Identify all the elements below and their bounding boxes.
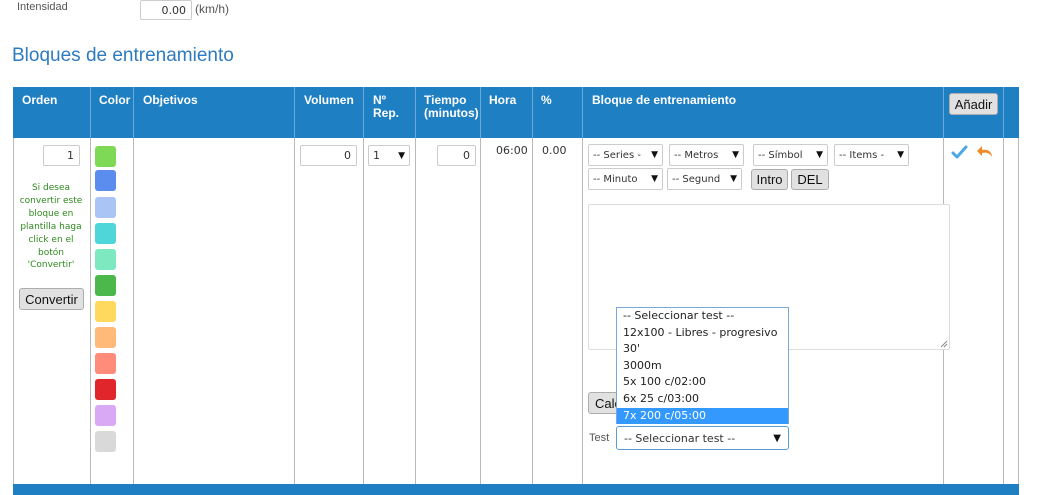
header-rep: Nº Rep. [373,94,399,120]
undo-icon[interactable] [976,145,995,159]
help-line: 'Convertir' [27,260,75,271]
del-button[interactable]: DEL [791,169,829,190]
header-tiempo: Tiempo (minutos) [424,94,479,120]
test-dropdown-list[interactable]: -- Seleccionar test -- 12x100 - Libres - … [616,307,789,425]
metros-select-value: -- Metros [674,149,719,161]
chevron-down-icon: ▼ [773,432,781,444]
add-button[interactable]: Añadir [949,93,998,115]
segundos-select-value: -- Segund [672,173,721,185]
series-select[interactable]: -- Series - ▼ [588,144,663,166]
test-select-value: -- Seleccionar test -- [624,431,736,445]
header-color: Color [99,93,131,107]
simbolo-select[interactable]: -- Símbol ▼ [753,144,828,166]
chevron-down-icon: ▼ [730,174,737,184]
intensity-value: 0.00 [161,3,187,17]
header-objetivos: Objetivos [143,93,198,107]
volumen-input[interactable]: 0 [300,145,357,166]
color-swatch[interactable] [95,146,116,167]
items-select[interactable]: -- Items - ▼ [834,144,909,166]
resize-handle-icon[interactable] [940,340,948,348]
test-dropdown-option[interactable]: 12x100 - Libres - progresivo [617,325,788,342]
color-swatch[interactable] [95,327,116,348]
header-tiempo-line2: (minutos) [424,106,479,120]
convert-help-text: Si desea convertir este bloque en planti… [17,182,85,272]
intro-button[interactable]: Intro [751,169,788,190]
convert-button[interactable]: Convertir [19,288,84,310]
percent-value: 0.00 [542,144,567,157]
test-dropdown-option[interactable]: 3000m [617,358,788,375]
header-rep-line2: Rep. [373,106,400,120]
help-line: bloque en [28,208,74,219]
rep-select[interactable]: 1 ▼ [368,145,410,166]
metros-select[interactable]: -- Metros ▼ [669,144,744,166]
series-select-value: -- Series - [593,149,641,161]
help-line: convertir este [19,195,83,206]
color-swatch[interactable] [95,197,116,218]
color-swatch[interactable] [95,249,116,270]
color-swatch[interactable] [95,379,116,400]
hora-value: 06:00 [496,144,528,157]
help-line: plantilla haga [20,221,82,232]
chevron-down-icon: ▼ [398,150,405,161]
header-hora: Hora [489,93,517,107]
color-swatch[interactable] [95,170,116,191]
color-swatch[interactable] [95,353,116,374]
minutos-select[interactable]: -- Minuto ▼ [588,168,663,190]
table-footer-bar [13,484,1019,495]
chevron-down-icon: ▼ [732,150,739,160]
test-dropdown-option[interactable]: -- Seleccionar test -- [617,308,788,325]
items-select-value: -- Items - [839,149,885,161]
tiempo-value: 0 [463,149,470,162]
test-dropdown-option[interactable]: 7x 200 c/05:00 [617,407,788,425]
color-swatch[interactable] [95,405,116,426]
test-select[interactable]: -- Seleccionar test -- ▼ [616,426,789,450]
orden-input[interactable]: 1 [43,145,80,166]
help-line: Si desea [31,183,71,193]
color-swatch[interactable] [95,223,116,244]
chevron-down-icon: ▼ [651,174,658,184]
color-swatch[interactable] [95,275,116,296]
simbolo-select-value: -- Símbol [758,149,803,161]
intensity-unit: (km/h) [195,2,229,16]
segundos-select[interactable]: -- Segund ▼ [667,168,742,190]
header-orden: Orden [22,93,58,107]
color-swatch[interactable] [95,431,116,452]
orden-value: 1 [67,149,74,162]
color-swatch[interactable] [95,301,116,322]
minutos-select-value: -- Minuto [593,173,638,185]
header-percent: % [541,93,552,107]
chevron-down-icon: ▼ [651,150,658,160]
test-dropdown-option[interactable]: 30' [617,341,788,358]
chevron-down-icon: ▼ [897,150,904,160]
test-dropdown-option[interactable]: 5x 100 c/02:00 [617,374,788,391]
test-dropdown-option[interactable]: 6x 25 c/03:00 [617,391,788,408]
volumen-value: 0 [344,149,351,162]
tiempo-input[interactable]: 0 [437,145,476,166]
header-volumen: Volumen [304,93,354,107]
help-line: click en el [28,234,74,245]
section-title: Bloques de entrenamiento [12,45,234,66]
rep-value: 1 [373,149,380,162]
check-icon[interactable] [951,145,968,159]
intensity-label: Intensidad [17,1,68,13]
header-bloque: Bloque de entrenamiento [592,93,737,107]
help-line: botón [38,247,64,258]
chevron-down-icon: ▼ [816,150,823,160]
intensity-input[interactable]: 0.00 [140,0,192,20]
test-label: Test [589,432,610,444]
